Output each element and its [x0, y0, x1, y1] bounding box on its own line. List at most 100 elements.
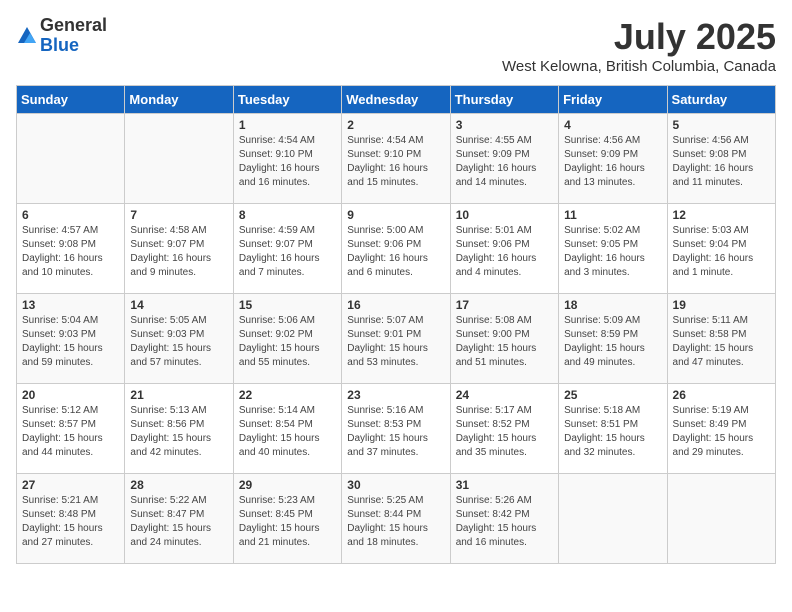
day-info: Sunrise: 5:21 AM Sunset: 8:48 PM Dayligh…: [22, 494, 119, 550]
day-info: Sunrise: 5:23 AM Sunset: 8:45 PM Dayligh…: [239, 494, 336, 550]
calendar-cell: 21 Sunrise: 5:13 AM Sunset: 8:56 PM Dayli…: [125, 384, 233, 474]
weekday-header-monday: Monday: [125, 86, 233, 114]
weekday-header-thursday: Thursday: [450, 86, 558, 114]
location-text: West Kelowna, British Columbia, Canada: [502, 58, 776, 75]
day-info: Sunrise: 5:02 AM Sunset: 9:05 PM Dayligh…: [564, 224, 661, 280]
calendar-cell: 14 Sunrise: 5:05 AM Sunset: 9:03 PM Dayli…: [125, 294, 233, 384]
calendar-cell: [17, 114, 125, 204]
day-number: 9: [347, 208, 444, 222]
week-row-5: 27 Sunrise: 5:21 AM Sunset: 8:48 PM Dayli…: [17, 474, 776, 564]
day-info: Sunrise: 5:05 AM Sunset: 9:03 PM Dayligh…: [130, 314, 227, 370]
calendar-cell: 5 Sunrise: 4:56 AM Sunset: 9:08 PM Daylig…: [667, 114, 775, 204]
calendar-cell: [667, 474, 775, 564]
calendar-cell: 17 Sunrise: 5:08 AM Sunset: 9:00 PM Dayli…: [450, 294, 558, 384]
day-info: Sunrise: 4:56 AM Sunset: 9:08 PM Dayligh…: [673, 134, 770, 190]
day-info: Sunrise: 5:18 AM Sunset: 8:51 PM Dayligh…: [564, 404, 661, 460]
day-info: Sunrise: 4:58 AM Sunset: 9:07 PM Dayligh…: [130, 224, 227, 280]
calendar-cell: [125, 114, 233, 204]
week-row-3: 13 Sunrise: 5:04 AM Sunset: 9:03 PM Dayli…: [17, 294, 776, 384]
day-number: 11: [564, 208, 661, 222]
day-number: 21: [130, 388, 227, 402]
day-number: 27: [22, 478, 119, 492]
day-info: Sunrise: 5:12 AM Sunset: 8:57 PM Dayligh…: [22, 404, 119, 460]
calendar-cell: 30 Sunrise: 5:25 AM Sunset: 8:44 PM Dayli…: [342, 474, 450, 564]
day-number: 20: [22, 388, 119, 402]
day-info: Sunrise: 5:04 AM Sunset: 9:03 PM Dayligh…: [22, 314, 119, 370]
day-info: Sunrise: 5:03 AM Sunset: 9:04 PM Dayligh…: [673, 224, 770, 280]
calendar-cell: 6 Sunrise: 4:57 AM Sunset: 9:08 PM Daylig…: [17, 204, 125, 294]
day-number: 30: [347, 478, 444, 492]
calendar-cell: 1 Sunrise: 4:54 AM Sunset: 9:10 PM Daylig…: [233, 114, 341, 204]
weekday-header-tuesday: Tuesday: [233, 86, 341, 114]
day-info: Sunrise: 5:26 AM Sunset: 8:42 PM Dayligh…: [456, 494, 553, 550]
page-header: General Blue July 2025 West Kelowna, Bri…: [16, 16, 776, 75]
day-info: Sunrise: 4:59 AM Sunset: 9:07 PM Dayligh…: [239, 224, 336, 280]
logo: General Blue: [16, 16, 107, 56]
day-info: Sunrise: 4:55 AM Sunset: 9:09 PM Dayligh…: [456, 134, 553, 190]
day-info: Sunrise: 5:00 AM Sunset: 9:06 PM Dayligh…: [347, 224, 444, 280]
calendar-cell: 4 Sunrise: 4:56 AM Sunset: 9:09 PM Daylig…: [559, 114, 667, 204]
day-number: 13: [22, 298, 119, 312]
calendar-cell: 3 Sunrise: 4:55 AM Sunset: 9:09 PM Daylig…: [450, 114, 558, 204]
day-info: Sunrise: 5:14 AM Sunset: 8:54 PM Dayligh…: [239, 404, 336, 460]
day-number: 23: [347, 388, 444, 402]
calendar-cell: 12 Sunrise: 5:03 AM Sunset: 9:04 PM Dayli…: [667, 204, 775, 294]
day-number: 31: [456, 478, 553, 492]
day-info: Sunrise: 5:07 AM Sunset: 9:01 PM Dayligh…: [347, 314, 444, 370]
day-number: 15: [239, 298, 336, 312]
logo-icon: [16, 25, 38, 47]
calendar-cell: 22 Sunrise: 5:14 AM Sunset: 8:54 PM Dayli…: [233, 384, 341, 474]
calendar-table: SundayMondayTuesdayWednesdayThursdayFrid…: [16, 85, 776, 564]
day-number: 3: [456, 118, 553, 132]
week-row-2: 6 Sunrise: 4:57 AM Sunset: 9:08 PM Daylig…: [17, 204, 776, 294]
day-number: 1: [239, 118, 336, 132]
day-number: 22: [239, 388, 336, 402]
day-number: 14: [130, 298, 227, 312]
weekday-header-row: SundayMondayTuesdayWednesdayThursdayFrid…: [17, 86, 776, 114]
day-info: Sunrise: 5:09 AM Sunset: 8:59 PM Dayligh…: [564, 314, 661, 370]
day-number: 26: [673, 388, 770, 402]
day-number: 17: [456, 298, 553, 312]
calendar-cell: 24Sunrise: 5:17 AM Sunset: 8:52 PM Dayli…: [450, 384, 558, 474]
logo-general-text: General: [40, 16, 107, 36]
calendar-cell: 20 Sunrise: 5:12 AM Sunset: 8:57 PM Dayli…: [17, 384, 125, 474]
day-number: 5: [673, 118, 770, 132]
day-info: Sunrise: 5:25 AM Sunset: 8:44 PM Dayligh…: [347, 494, 444, 550]
day-number: 8: [239, 208, 336, 222]
month-title: July 2025: [502, 16, 776, 58]
title-block: July 2025 West Kelowna, British Columbia…: [502, 16, 776, 75]
day-number: 7: [130, 208, 227, 222]
day-info: Sunrise: 5:06 AM Sunset: 9:02 PM Dayligh…: [239, 314, 336, 370]
day-info: Sunrise: 4:57 AM Sunset: 9:08 PM Dayligh…: [22, 224, 119, 280]
weekday-header-friday: Friday: [559, 86, 667, 114]
day-info: Sunrise: 5:22 AM Sunset: 8:47 PM Dayligh…: [130, 494, 227, 550]
day-info: Sunrise: 5:11 AM Sunset: 8:58 PM Dayligh…: [673, 314, 770, 370]
day-number: 6: [22, 208, 119, 222]
day-info: Sunrise: 4:56 AM Sunset: 9:09 PM Dayligh…: [564, 134, 661, 190]
day-number: 18: [564, 298, 661, 312]
calendar-cell: 23 Sunrise: 5:16 AM Sunset: 8:53 PM Dayli…: [342, 384, 450, 474]
calendar-cell: 19Sunrise: 5:11 AM Sunset: 8:58 PM Dayli…: [667, 294, 775, 384]
calendar-cell: [559, 474, 667, 564]
day-info: Sunrise: 5:16 AM Sunset: 8:53 PM Dayligh…: [347, 404, 444, 460]
calendar-cell: 9 Sunrise: 5:00 AM Sunset: 9:06 PM Daylig…: [342, 204, 450, 294]
day-number: 2: [347, 118, 444, 132]
day-info: Sunrise: 5:08 AM Sunset: 9:00 PM Dayligh…: [456, 314, 553, 370]
calendar-cell: 15 Sunrise: 5:06 AM Sunset: 9:02 PM Dayli…: [233, 294, 341, 384]
day-info: Sunrise: 5:13 AM Sunset: 8:56 PM Dayligh…: [130, 404, 227, 460]
week-row-4: 20 Sunrise: 5:12 AM Sunset: 8:57 PM Dayli…: [17, 384, 776, 474]
day-info: Sunrise: 5:17 AM Sunset: 8:52 PM Dayligh…: [456, 404, 553, 460]
day-info: Sunrise: 5:19 AM Sunset: 8:49 PM Dayligh…: [673, 404, 770, 460]
calendar-cell: 11 Sunrise: 5:02 AM Sunset: 9:05 PM Dayli…: [559, 204, 667, 294]
day-number: 10: [456, 208, 553, 222]
day-info: Sunrise: 4:54 AM Sunset: 9:10 PM Dayligh…: [239, 134, 336, 190]
weekday-header-saturday: Saturday: [667, 86, 775, 114]
week-row-1: 1 Sunrise: 4:54 AM Sunset: 9:10 PM Daylig…: [17, 114, 776, 204]
calendar-cell: 29Sunrise: 5:23 AM Sunset: 8:45 PM Dayli…: [233, 474, 341, 564]
calendar-cell: 27 Sunrise: 5:21 AM Sunset: 8:48 PM Dayli…: [17, 474, 125, 564]
calendar-cell: 10Sunrise: 5:01 AM Sunset: 9:06 PM Dayli…: [450, 204, 558, 294]
day-number: 12: [673, 208, 770, 222]
day-number: 4: [564, 118, 661, 132]
day-number: 25: [564, 388, 661, 402]
calendar-cell: 31 Sunrise: 5:26 AM Sunset: 8:42 PM Dayli…: [450, 474, 558, 564]
